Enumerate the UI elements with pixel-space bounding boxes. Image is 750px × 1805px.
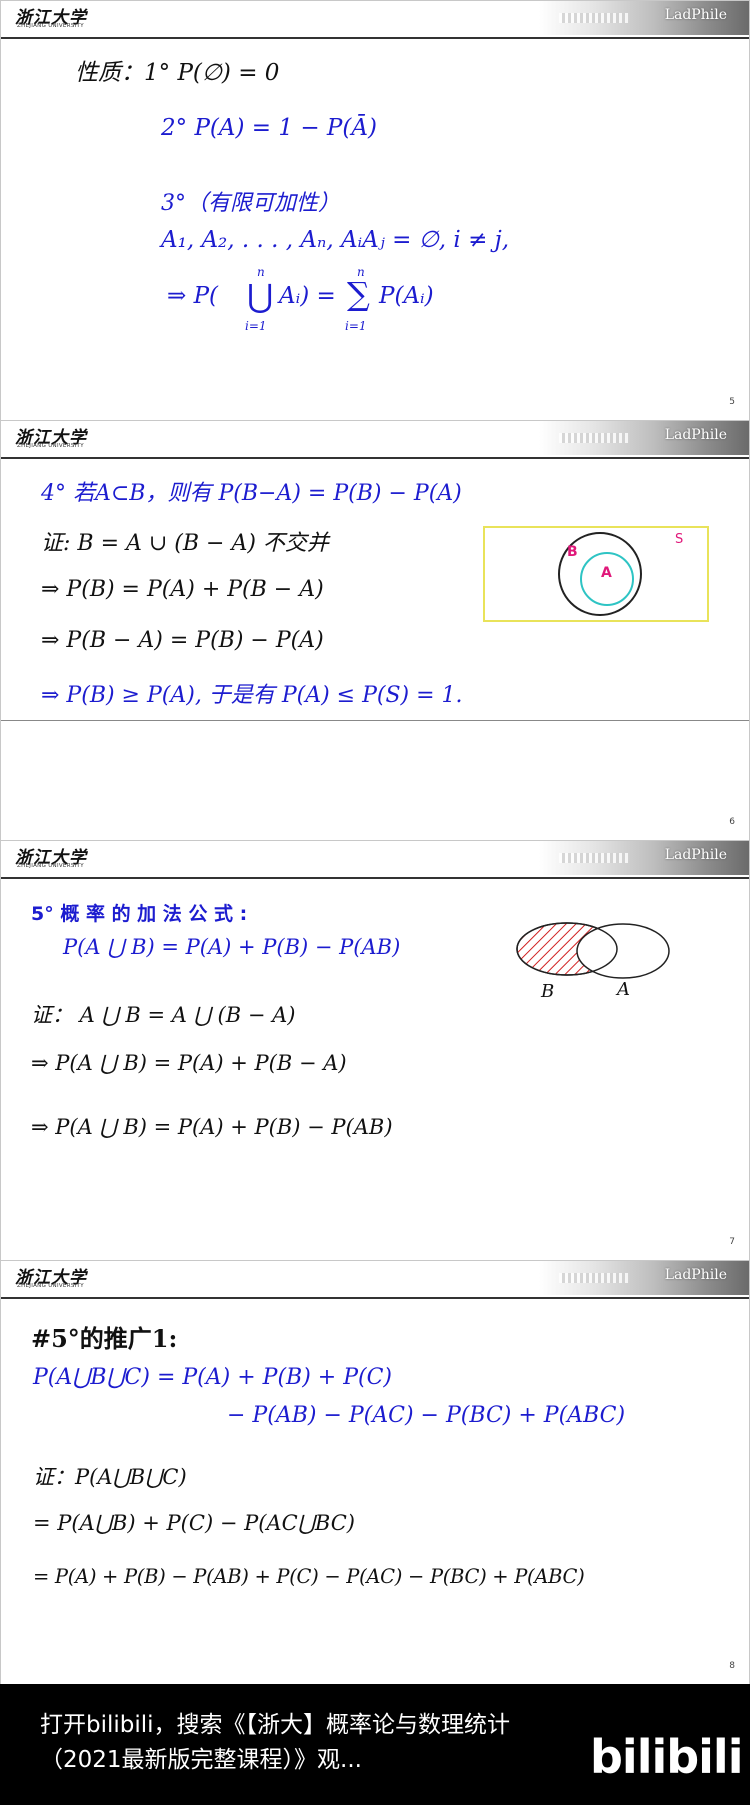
university-logo-en: ZHEJIANG UNIVERSITY — [17, 863, 84, 869]
slide-8: 浙江大学 ZHEJIANG UNIVERSITY LadPhile #5°的推广… — [0, 1260, 750, 1686]
venn-label-b: B — [541, 981, 555, 1002]
property-5-title: 5° 概 率 的 加 法 公 式 : — [31, 903, 248, 925]
brand-watermark: LadPhile — [664, 427, 727, 443]
brand-watermark: LadPhile — [664, 847, 727, 863]
proof-line: 证： A ⋃ B = A ⋃ (B − A) — [31, 1003, 296, 1027]
inclusion-exclusion-line-1: P(A⋃B⋃C) = P(A) + P(B) + P(C) — [33, 1365, 393, 1390]
venn-diagram-subset: S B A — [483, 526, 709, 622]
university-logo-en: ZHEJIANG UNIVERSITY — [17, 23, 84, 29]
university-logo-en: ZHEJIANG UNIVERSITY — [17, 443, 84, 449]
brand-watermark: LadPhile — [664, 7, 727, 23]
brand-watermark: LadPhile — [664, 1267, 727, 1283]
slide-6: 浙江大学 ZHEJIANG UNIVERSITY LadPhile 4° 若A⊂… — [0, 420, 750, 842]
venn-label-b: B — [567, 544, 578, 560]
union-bottom: i=1 — [245, 319, 267, 333]
page-number: 5 — [729, 397, 735, 407]
property-3-title: 3°（有限可加性） — [161, 191, 340, 216]
slide-7: 浙江大学 ZHEJIANG UNIVERSITY LadPhile 5° 概 率… — [0, 840, 750, 1262]
promo-text: 打开bilibili，搜索《【浙大】概率论与数理统计（2021最新版完整课程）》… — [40, 1712, 511, 1773]
union-symbol: ⋃ — [247, 277, 274, 315]
sum-symbol: ∑ — [347, 275, 370, 313]
step-3: ⇒ P(B) ≥ P(A), 于是有 P(A) ≤ P(S) = 1. — [41, 683, 463, 708]
addition-formula: P(A ⋃ B) = P(A) + P(B) − P(AB) — [63, 935, 401, 959]
property-4: 4° 若A⊂B，则有 P(B−A) = P(B) − P(A) — [41, 481, 462, 506]
venn-label-a: A — [617, 979, 630, 1000]
app-promo-banner[interactable]: 打开bilibili，搜索《【浙大】概率论与数理统计（2021最新版完整课程）》… — [0, 1684, 750, 1805]
slide-title: #5°的推广1: — [31, 1324, 178, 1353]
step-2: ⇒ P(A ⋃ B) = P(A) + P(B) − P(AB) — [31, 1115, 393, 1139]
formula-end: P(Aᵢ) — [379, 283, 434, 309]
venn-subset-svg — [558, 532, 642, 616]
slide-header: 浙江大学 ZHEJIANG UNIVERSITY LadPhile — [1, 841, 749, 879]
inclusion-exclusion-line-2: − P(AB) − P(AC) − P(BC) + P(ABC) — [227, 1403, 626, 1428]
proof-line: 证：P(A⋃B⋃C) — [33, 1465, 187, 1489]
formula-implies: ⇒ P( — [167, 283, 219, 309]
slide-5: 浙江大学 ZHEJIANG UNIVERSITY LadPhile 性质：1° … — [0, 0, 750, 422]
step-1: ⇒ P(A ⋃ B) = P(A) + P(B − A) — [31, 1051, 347, 1075]
step-1: = P(A⋃B) + P(C) − P(AC⋃BC) — [33, 1511, 355, 1535]
venn-label-a: A — [601, 565, 612, 581]
university-logo-en: ZHEJIANG UNIVERSITY — [17, 1283, 84, 1289]
sum-bottom: i=1 — [345, 319, 367, 333]
page-number: 8 — [729, 1661, 735, 1671]
page-number: 7 — [729, 1237, 735, 1247]
property-1: 性质：1° P(∅) = 0 — [75, 60, 280, 86]
property-2: 2° P(A) = 1 − P(Ā) — [161, 115, 377, 141]
set-a-ellipse — [576, 923, 670, 979]
formula-mid: Aᵢ) = — [279, 283, 336, 309]
venn-diagram-union: B A — [513, 907, 673, 1007]
page-number: 6 — [729, 817, 735, 827]
step-2: = P(A) + P(B) − P(AB) + P(C) − P(AC) − P… — [33, 1565, 585, 1588]
slide-divider — [1, 720, 749, 721]
venn-union-svg — [516, 922, 670, 979]
step-2: ⇒ P(B − A) = P(B) − P(A) — [41, 628, 324, 653]
proof-line: 证: B = A ∪ (B − A) 不交并 — [41, 531, 329, 556]
property-3-condition: A₁, A₂, . . . , Aₙ, AᵢAⱼ = ∅, i ≠ j, — [161, 227, 510, 253]
venn-label-s: S — [675, 532, 684, 547]
finite-additivity-formula: ⇒ P( n ⋃ i=1 Aᵢ) = n ∑ i=1 P(Aᵢ) — [167, 265, 487, 339]
step-1: ⇒ P(B) = P(A) + P(B − A) — [41, 577, 324, 602]
slide-header: 浙江大学 ZHEJIANG UNIVERSITY LadPhile — [1, 1, 749, 39]
slide-header: 浙江大学 ZHEJIANG UNIVERSITY LadPhile — [1, 1261, 749, 1299]
slide-header: 浙江大学 ZHEJIANG UNIVERSITY LadPhile — [1, 421, 749, 459]
bilibili-logo[interactable]: bilibili — [590, 1730, 743, 1784]
